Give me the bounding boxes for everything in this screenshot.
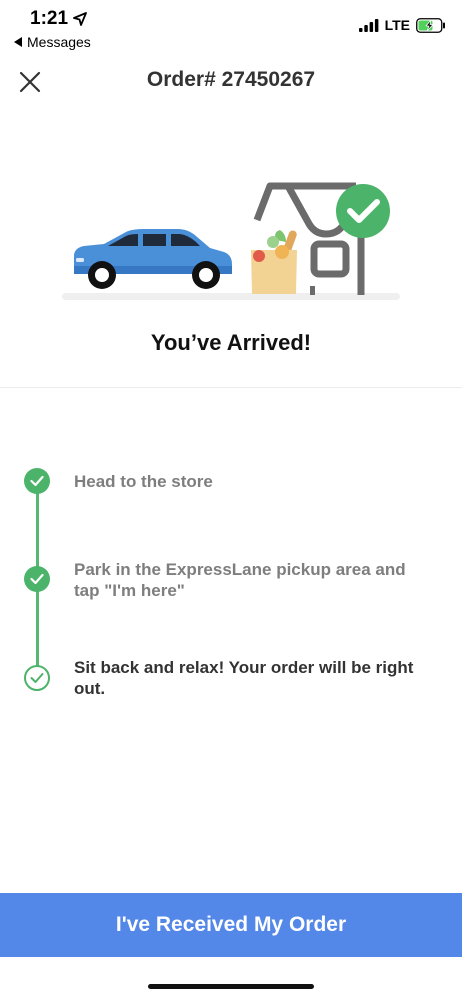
step-2-label: Park in the ExpressLane pickup area and …: [74, 560, 406, 600]
grocery-bag-illustration: [251, 230, 297, 294]
status-indicators: LTE: [358, 17, 446, 33]
order-arrival-screen: 1:21 Messages LTE Order# 27450267 You’ve…: [0, 0, 462, 1000]
step-3-check-icon: [24, 665, 50, 691]
step-1-label: Head to the store: [74, 472, 213, 491]
received-order-button[interactable]: I've Received My Order: [0, 893, 462, 957]
step-2-check-icon: [24, 566, 50, 592]
step-1-check-icon: [24, 468, 50, 494]
order-header: Order# 27450267: [0, 58, 462, 104]
step-3-label: Sit back and relax! Your order will be r…: [74, 658, 414, 698]
signal-icon: [358, 18, 378, 32]
pickup-steps: Head to the store Park in the ExpressLan…: [0, 400, 462, 730]
ground-shadow: [62, 293, 400, 300]
arrival-illustration: [62, 182, 400, 300]
back-to-messages[interactable]: Messages: [14, 34, 91, 50]
check-badge: [336, 184, 390, 238]
order-title: Order# 27450267: [146, 68, 316, 91]
home-indicator: [148, 984, 314, 989]
section-divider: [0, 387, 462, 388]
location-arrow-icon: [73, 12, 87, 26]
status-time-text: 1:21: [30, 8, 69, 29]
arrival-headline: You’ve Arrived!: [150, 330, 312, 355]
back-triangle-icon: [14, 37, 22, 47]
status-time: 1:21: [30, 8, 87, 30]
car-illustration: [74, 229, 232, 289]
network-label: LTE: [384, 17, 410, 33]
back-label: Messages: [27, 34, 91, 50]
status-bar: 1:21 Messages LTE: [0, 0, 462, 58]
battery-charging-icon: [416, 17, 445, 33]
